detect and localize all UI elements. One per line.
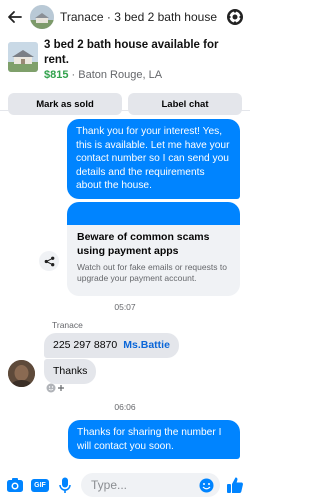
- camera-icon[interactable]: [6, 476, 24, 494]
- mention-link[interactable]: Ms.Battie: [123, 339, 170, 351]
- link-card-description: Watch out for fake emails or requests to…: [77, 262, 227, 283]
- microphone-icon[interactable]: [56, 476, 74, 494]
- incoming-message[interactable]: 225 297 8870 Ms.Battie: [44, 333, 179, 358]
- add-reaction-icon[interactable]: [46, 383, 66, 393]
- link-card-title: Beware of common scams using payment app…: [77, 231, 210, 257]
- sender-avatar[interactable]: [8, 360, 35, 387]
- listing-location: · Baton Rouge, LA: [68, 69, 163, 81]
- top-bar: Tranace · 3 bed 2 bath house: [0, 0, 250, 34]
- phone-number: 225 297 8870: [53, 339, 118, 351]
- listing-subtitle: $815 · Baton Rouge, LA: [44, 68, 242, 83]
- listing-thumbnail[interactable]: [8, 42, 38, 72]
- sender-name: Tranace: [52, 320, 83, 330]
- timestamp: 05:07: [114, 302, 136, 312]
- contact-avatar[interactable]: [30, 5, 54, 29]
- back-arrow-icon[interactable]: [6, 8, 24, 26]
- message-input-placeholder: Type...: [91, 478, 128, 492]
- divider: [0, 110, 250, 111]
- emoji-icon[interactable]: [199, 478, 214, 493]
- message-input[interactable]: Type...: [81, 473, 220, 497]
- link-card-image: [67, 202, 240, 225]
- conversation-title[interactable]: Tranace · 3 bed 2 bath house: [60, 10, 226, 24]
- timestamp: 06:06: [114, 402, 136, 412]
- gif-icon[interactable]: GIF: [31, 476, 49, 494]
- outgoing-message[interactable]: Thanks for sharing the number I will con…: [68, 420, 240, 459]
- thumbs-up-icon[interactable]: [226, 476, 244, 494]
- incoming-message[interactable]: Thanks: [44, 359, 97, 384]
- outgoing-message[interactable]: Thank you for your interest! Yes, this i…: [67, 119, 240, 199]
- message-composer: GIF Type...: [0, 470, 250, 500]
- gif-label: GIF: [31, 478, 49, 492]
- scam-warning-card[interactable]: Beware of common scams using payment app…: [67, 202, 240, 296]
- mark-as-sold-button[interactable]: Mark as sold: [8, 93, 122, 115]
- gear-icon[interactable]: [226, 8, 244, 26]
- listing-card: 3 bed 2 bath house available for rent. $…: [0, 34, 250, 115]
- listing-title[interactable]: 3 bed 2 bath house available for rent.: [44, 38, 242, 68]
- share-icon[interactable]: [39, 251, 59, 271]
- label-chat-button[interactable]: Label chat: [128, 93, 242, 115]
- listing-price: $815: [44, 69, 69, 81]
